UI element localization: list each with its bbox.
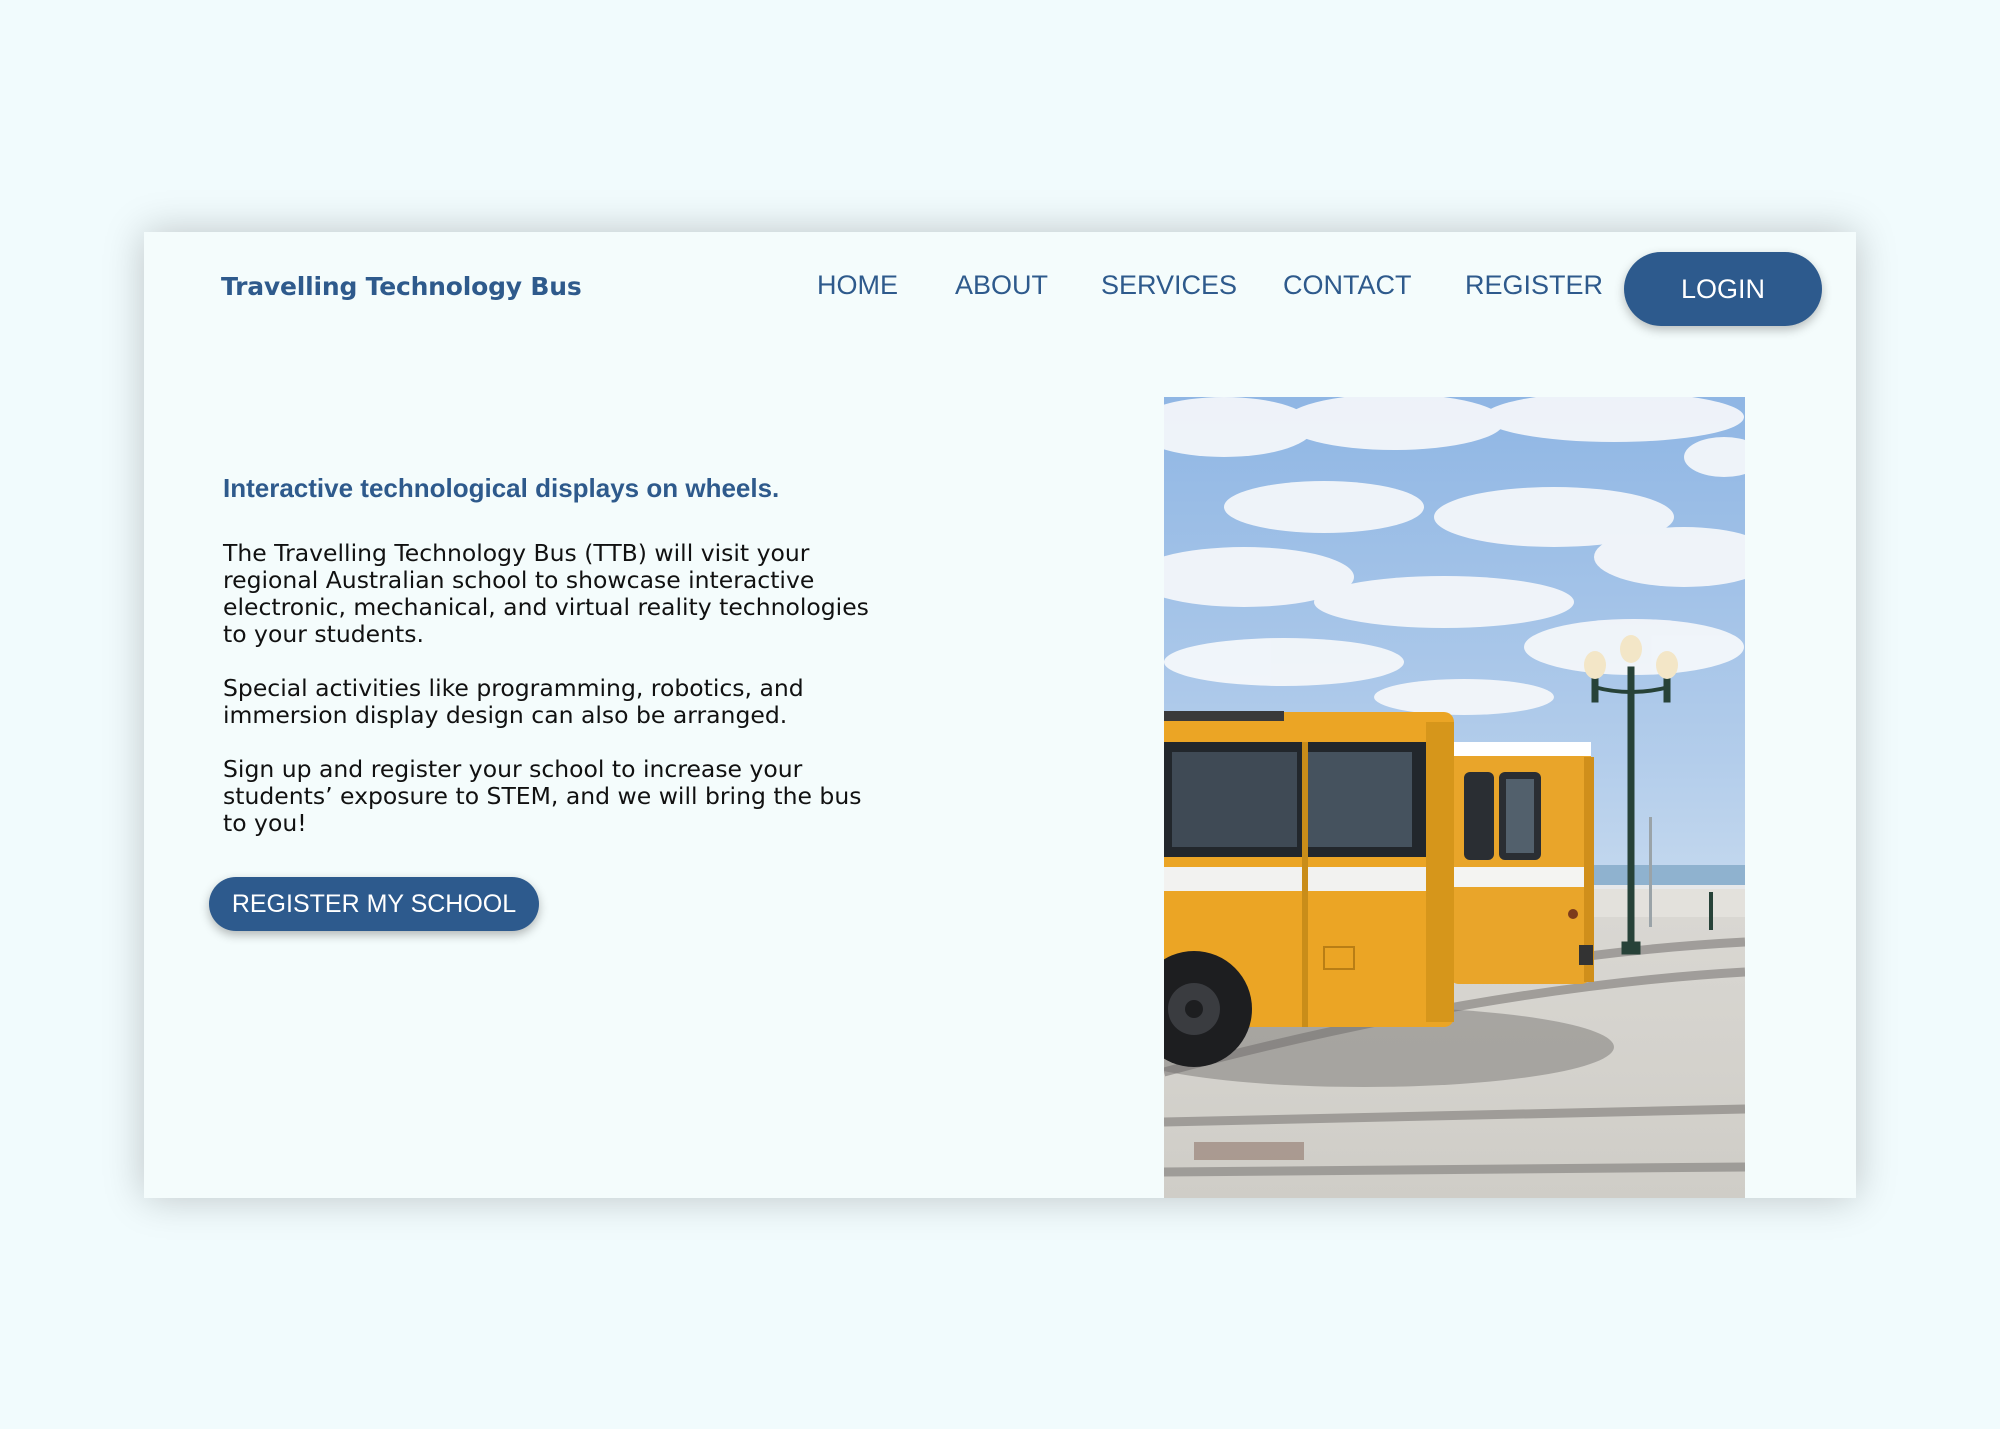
hero-tagline: Interactive technological displays on wh… [223, 473, 780, 503]
nav-home[interactable]: HOME [817, 270, 898, 301]
intro-line: regional Australian school to showcase i… [223, 566, 815, 594]
site-brand[interactable]: Travelling Technology Bus [221, 272, 582, 301]
intro-paragraph: The Travelling Technology Bus (TTB) will… [223, 540, 883, 648]
nav-register[interactable]: REGISTER [1465, 270, 1603, 301]
nav-services[interactable]: SERVICES [1101, 270, 1237, 301]
login-button[interactable]: LOGIN [1624, 252, 1822, 326]
register-my-school-button[interactable]: REGISTER MY SCHOOL [209, 877, 539, 931]
intro-line: The Travelling Technology Bus (TTB) will… [223, 539, 810, 567]
activities-line: immersion display design can also be arr… [223, 701, 788, 729]
intro-line: to your students. [223, 620, 424, 648]
activities-paragraph: Special activities like programming, rob… [223, 675, 883, 729]
activities-line: Special activities like programming, rob… [223, 674, 804, 702]
signup-line: Sign up and register your school to incr… [223, 755, 803, 783]
nav-contact[interactable]: CONTACT [1283, 270, 1412, 301]
signup-line: students’ exposure to STEM, and we will … [223, 782, 862, 810]
intro-line: electronic, mechanical, and virtual real… [223, 593, 869, 621]
landing-page-panel: Travelling Technology Bus HOME ABOUT SER… [144, 232, 1856, 1198]
signup-paragraph: Sign up and register your school to incr… [223, 756, 883, 837]
yellow-buses-photo [1164, 397, 1745, 1198]
nav-about[interactable]: ABOUT [955, 270, 1048, 301]
signup-line: to you! [223, 809, 307, 837]
